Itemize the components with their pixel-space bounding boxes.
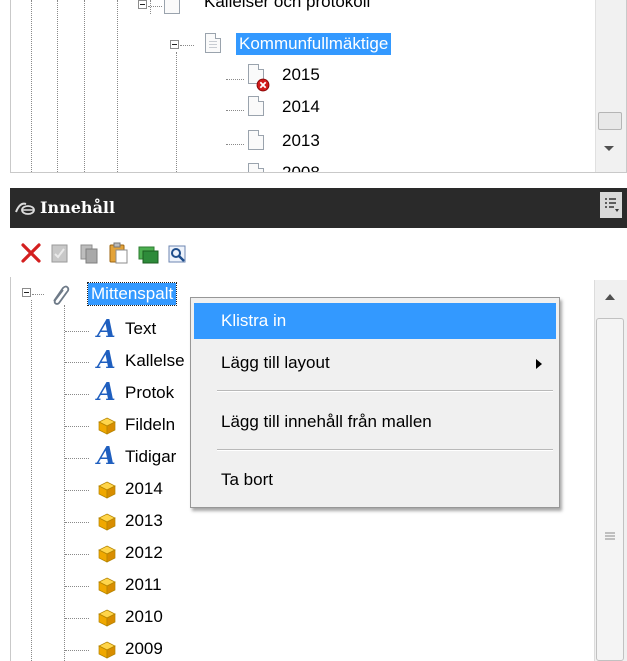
scroll-grip-icon [605,532,615,540]
preview-icon[interactable] [167,244,189,266]
page-doc-icon [205,33,221,53]
menu-item-delete[interactable]: Ta bort [194,462,556,498]
tree-item-parent-label[interactable]: Kallelser och protokoll [204,0,370,13]
tree-item-2011[interactable]: 2011 [125,574,162,596]
tree-connector [65,490,89,491]
tree-guide [31,300,32,661]
text-icon: A [97,345,116,374]
menu-separator [217,390,553,392]
cube-icon [98,641,116,659]
tree-guide [117,0,118,172]
tree-connector [65,618,89,619]
tree-guide [84,0,85,172]
tree-item-mittenspalt[interactable]: Mittenspalt [86,282,178,306]
tree-guide [31,0,32,172]
tree-connector [65,331,89,332]
tree-guide [64,305,65,661]
cube-icon [98,577,116,595]
scroll-down-arrow-icon[interactable] [604,146,614,152]
copy-icon[interactable] [78,243,100,265]
tree-item-fildelning[interactable]: Fildeln [125,414,175,436]
collapse-toggle[interactable] [138,0,147,9]
error-icon [256,78,270,92]
tree-item-2009[interactable]: 2009 [125,638,163,660]
tree-item-2015[interactable]: 2015 [282,64,320,86]
panel-title: Innehåll [40,198,116,217]
tree-connector [65,554,89,555]
tree-item-tidigare[interactable]: Tidigar [125,446,176,468]
tree-item-2013[interactable]: 2013 [125,510,163,532]
tree-connector [226,79,244,80]
tree-item-2014[interactable]: 2014 [282,96,320,118]
page-doc-icon [248,163,264,172]
tree-clip: 2008 [10,160,595,172]
tree-item-2010[interactable]: 2010 [125,606,163,628]
tree-connector [32,294,44,295]
paperclip-icon [53,285,70,305]
tree-connector [226,110,244,111]
tree-connector [65,394,89,395]
tree-item-2012[interactable]: 2012 [125,542,163,564]
tree-guide [150,0,151,14]
tree-connector [65,522,89,523]
content-scrollbar-thumb[interactable] [596,318,624,661]
collapse-toggle[interactable] [170,40,179,49]
context-menu: Klistra in Lägg till layout Lägg till in… [190,297,560,508]
delete-icon[interactable] [20,242,42,264]
tree-connector [65,362,89,363]
scroll-up-arrow-icon[interactable] [605,294,615,300]
collapse-toggle[interactable] [22,288,31,297]
cube-icon [98,481,116,499]
tree-connector [180,45,194,46]
cube-icon [98,609,116,627]
tree-item-protokoll[interactable]: Protok [125,382,174,404]
submenu-arrow-icon [536,359,542,369]
text-icon: A [97,314,116,343]
menu-item-label: Klistra in [221,311,287,330]
menu-item-label: Lägg till innehåll från mallen [221,412,432,431]
menu-item-paste[interactable]: Klistra in [194,303,556,339]
tree-connector [226,144,244,145]
tree-connector [148,6,162,7]
tree-item-kallelse[interactable]: Kallelse [125,350,185,372]
tree-guide [176,52,177,172]
tree-item-kommunfullmaktige[interactable]: Kommunfullmäktige [236,33,392,55]
cube-icon [98,545,116,563]
page-doc-icon [248,130,264,150]
layout-icon[interactable] [137,243,159,265]
tree-guide [57,0,58,172]
content-panel-icon [15,202,35,215]
tree-item-2008[interactable]: 2008 [282,162,320,172]
list-options-icon [605,198,619,212]
tree-connector [65,426,89,427]
tree-item-2013[interactable]: 2013 [282,130,320,152]
menu-item-add-from-template[interactable]: Lägg till innehåll från mallen [194,404,556,440]
tree-connector [65,650,89,651]
tree-connector [65,458,89,459]
tree-item-text[interactable]: Text [125,318,156,340]
check-icon[interactable] [49,243,71,265]
menu-item-label: Ta bort [221,470,273,489]
page-doc-icon [248,96,264,116]
panel-options-button[interactable] [600,192,622,218]
paste-icon[interactable] [107,242,129,264]
menu-item-add-layout[interactable]: Lägg till layout [194,345,556,381]
menu-item-label: Lägg till layout [221,353,330,372]
cube-icon [98,513,116,531]
text-icon: A [97,441,116,470]
cube-icon [98,417,116,435]
folder-doc-icon [164,0,180,14]
top-scrollbar-thumb[interactable] [598,112,622,130]
text-icon: A [97,377,116,406]
menu-separator [217,449,553,451]
tree-item-2014[interactable]: 2014 [125,478,163,500]
tree-connector [65,586,89,587]
